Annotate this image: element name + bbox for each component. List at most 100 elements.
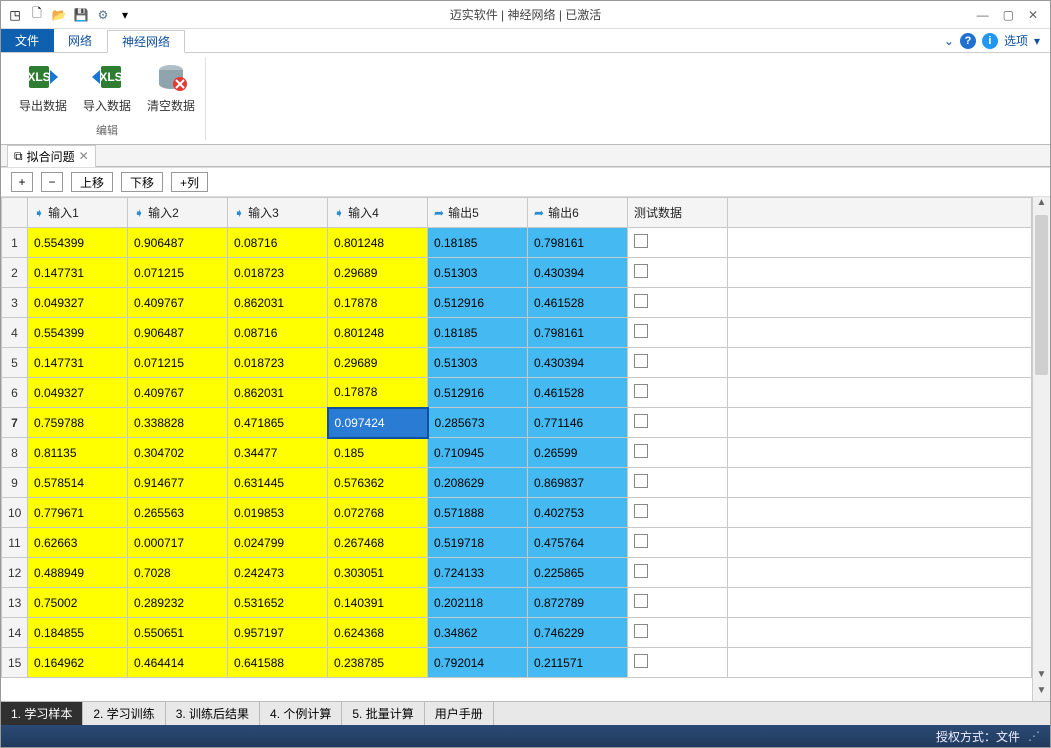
input-cell[interactable]: 0.097424	[328, 408, 428, 438]
input-cell[interactable]: 0.801248	[328, 228, 428, 258]
table-row[interactable]: 90.5785140.9146770.6314450.5763620.20862…	[2, 468, 1032, 498]
tools-icon[interactable]: ⚙	[95, 7, 111, 23]
output-cell[interactable]: 0.724133	[428, 558, 528, 588]
row-number[interactable]: 8	[2, 438, 28, 468]
test-cell[interactable]	[628, 318, 728, 348]
output-cell[interactable]: 0.792014	[428, 648, 528, 678]
input-cell[interactable]: 0.550651	[128, 618, 228, 648]
test-cell[interactable]	[628, 258, 728, 288]
input-cell[interactable]: 0.147731	[28, 258, 128, 288]
input-cell[interactable]: 0.024799	[228, 528, 328, 558]
table-row[interactable]: 110.626630.0007170.0247990.2674680.51971…	[2, 528, 1032, 558]
input-cell[interactable]: 0.906487	[128, 318, 228, 348]
test-checkbox[interactable]	[634, 534, 648, 548]
input-cell[interactable]: 0.554399	[28, 318, 128, 348]
output-cell[interactable]: 0.202118	[428, 588, 528, 618]
test-cell[interactable]	[628, 588, 728, 618]
input-cell[interactable]: 0.17878	[328, 378, 428, 408]
test-cell[interactable]	[628, 228, 728, 258]
input-cell[interactable]: 0.62663	[28, 528, 128, 558]
output-cell[interactable]: 0.710945	[428, 438, 528, 468]
input-cell[interactable]: 0.464414	[128, 648, 228, 678]
output-cell[interactable]: 0.869837	[528, 468, 628, 498]
test-cell[interactable]	[628, 468, 728, 498]
new-icon[interactable]: 🗋	[29, 7, 45, 23]
test-cell[interactable]	[628, 648, 728, 678]
input-cell[interactable]: 0.049327	[28, 378, 128, 408]
table-row[interactable]: 140.1848550.5506510.9571970.6243680.3486…	[2, 618, 1032, 648]
output-cell[interactable]: 0.402753	[528, 498, 628, 528]
input-cell[interactable]: 0.488949	[28, 558, 128, 588]
input-cell[interactable]: 0.018723	[228, 348, 328, 378]
qat-dropdown-icon[interactable]: ▾	[117, 7, 133, 23]
minimize-button[interactable]: —	[977, 8, 989, 22]
scroll-down-icon[interactable]: ▼	[1033, 669, 1050, 685]
output-cell[interactable]: 0.475764	[528, 528, 628, 558]
test-cell[interactable]	[628, 558, 728, 588]
output-cell[interactable]: 0.746229	[528, 618, 628, 648]
page-tab[interactable]: 用户手册	[425, 702, 494, 725]
input-cell[interactable]: 0.185	[328, 438, 428, 468]
input-cell[interactable]: 0.071215	[128, 258, 228, 288]
output-cell[interactable]: 0.211571	[528, 648, 628, 678]
output-cell[interactable]: 0.208629	[428, 468, 528, 498]
page-tab[interactable]: 4. 个例计算	[260, 702, 342, 725]
output-cell[interactable]: 0.34862	[428, 618, 528, 648]
row-number[interactable]: 9	[2, 468, 28, 498]
test-checkbox[interactable]	[634, 384, 648, 398]
test-checkbox[interactable]	[634, 564, 648, 578]
test-checkbox[interactable]	[634, 264, 648, 278]
scroll-down2-icon[interactable]: ▼	[1033, 685, 1050, 701]
input-cell[interactable]: 0.29689	[328, 258, 428, 288]
input-cell[interactable]: 0.071215	[128, 348, 228, 378]
input-cell[interactable]: 0.019853	[228, 498, 328, 528]
input-cell[interactable]: 0.862031	[228, 288, 328, 318]
input-cell[interactable]: 0.08716	[228, 228, 328, 258]
input-cell[interactable]: 0.759788	[28, 408, 128, 438]
test-checkbox[interactable]	[634, 354, 648, 368]
input-cell[interactable]: 0.409767	[128, 288, 228, 318]
col-in3[interactable]: ➧输入3	[228, 198, 328, 228]
input-cell[interactable]: 0.018723	[228, 258, 328, 288]
test-checkbox[interactable]	[634, 594, 648, 608]
output-cell[interactable]: 0.519718	[428, 528, 528, 558]
input-cell[interactable]: 0.631445	[228, 468, 328, 498]
maximize-button[interactable]: ▢	[1003, 8, 1014, 22]
row-number[interactable]: 2	[2, 258, 28, 288]
table-row[interactable]: 30.0493270.4097670.8620310.178780.512916…	[2, 288, 1032, 318]
output-cell[interactable]: 0.461528	[528, 288, 628, 318]
col-out5[interactable]: ➦输出5	[428, 198, 528, 228]
table-row[interactable]: 130.750020.2892320.5316520.1403910.20211…	[2, 588, 1032, 618]
input-cell[interactable]: 0.238785	[328, 648, 428, 678]
input-cell[interactable]: 0.072768	[328, 498, 428, 528]
col-in4[interactable]: ➧输入4	[328, 198, 428, 228]
test-checkbox[interactable]	[634, 324, 648, 338]
output-cell[interactable]: 0.285673	[428, 408, 528, 438]
input-cell[interactable]: 0.906487	[128, 228, 228, 258]
table-row[interactable]: 60.0493270.4097670.8620310.178780.512916…	[2, 378, 1032, 408]
output-cell[interactable]: 0.571888	[428, 498, 528, 528]
table-row[interactable]: 80.811350.3047020.344770.1850.7109450.26…	[2, 438, 1032, 468]
clear-data-button[interactable]: 清空数据	[143, 57, 199, 122]
data-grid[interactable]: ➧输入1 ➧输入2 ➧输入3 ➧输入4 ➦输出5 ➦输出6 测试数据 10.55…	[1, 197, 1032, 701]
open-icon[interactable]: 📂	[51, 7, 67, 23]
input-cell[interactable]: 0.624368	[328, 618, 428, 648]
test-cell[interactable]	[628, 618, 728, 648]
input-cell[interactable]: 0.576362	[328, 468, 428, 498]
info-icon[interactable]: i	[982, 33, 998, 49]
chevron-down-icon[interactable]: ⌄	[944, 34, 954, 48]
output-cell[interactable]: 0.51303	[428, 258, 528, 288]
input-cell[interactable]: 0.801248	[328, 318, 428, 348]
test-cell[interactable]	[628, 438, 728, 468]
vertical-scrollbar[interactable]: ▲ ▼ ▼	[1032, 197, 1050, 701]
test-checkbox[interactable]	[634, 414, 648, 428]
scroll-thumb[interactable]	[1035, 215, 1048, 375]
input-cell[interactable]: 0.08716	[228, 318, 328, 348]
col-in2[interactable]: ➧输入2	[128, 198, 228, 228]
input-cell[interactable]: 0.914677	[128, 468, 228, 498]
output-cell[interactable]: 0.461528	[528, 378, 628, 408]
output-cell[interactable]: 0.18185	[428, 228, 528, 258]
test-cell[interactable]	[628, 288, 728, 318]
test-cell[interactable]	[628, 408, 728, 438]
page-tab[interactable]: 2. 学习训练	[83, 702, 165, 725]
